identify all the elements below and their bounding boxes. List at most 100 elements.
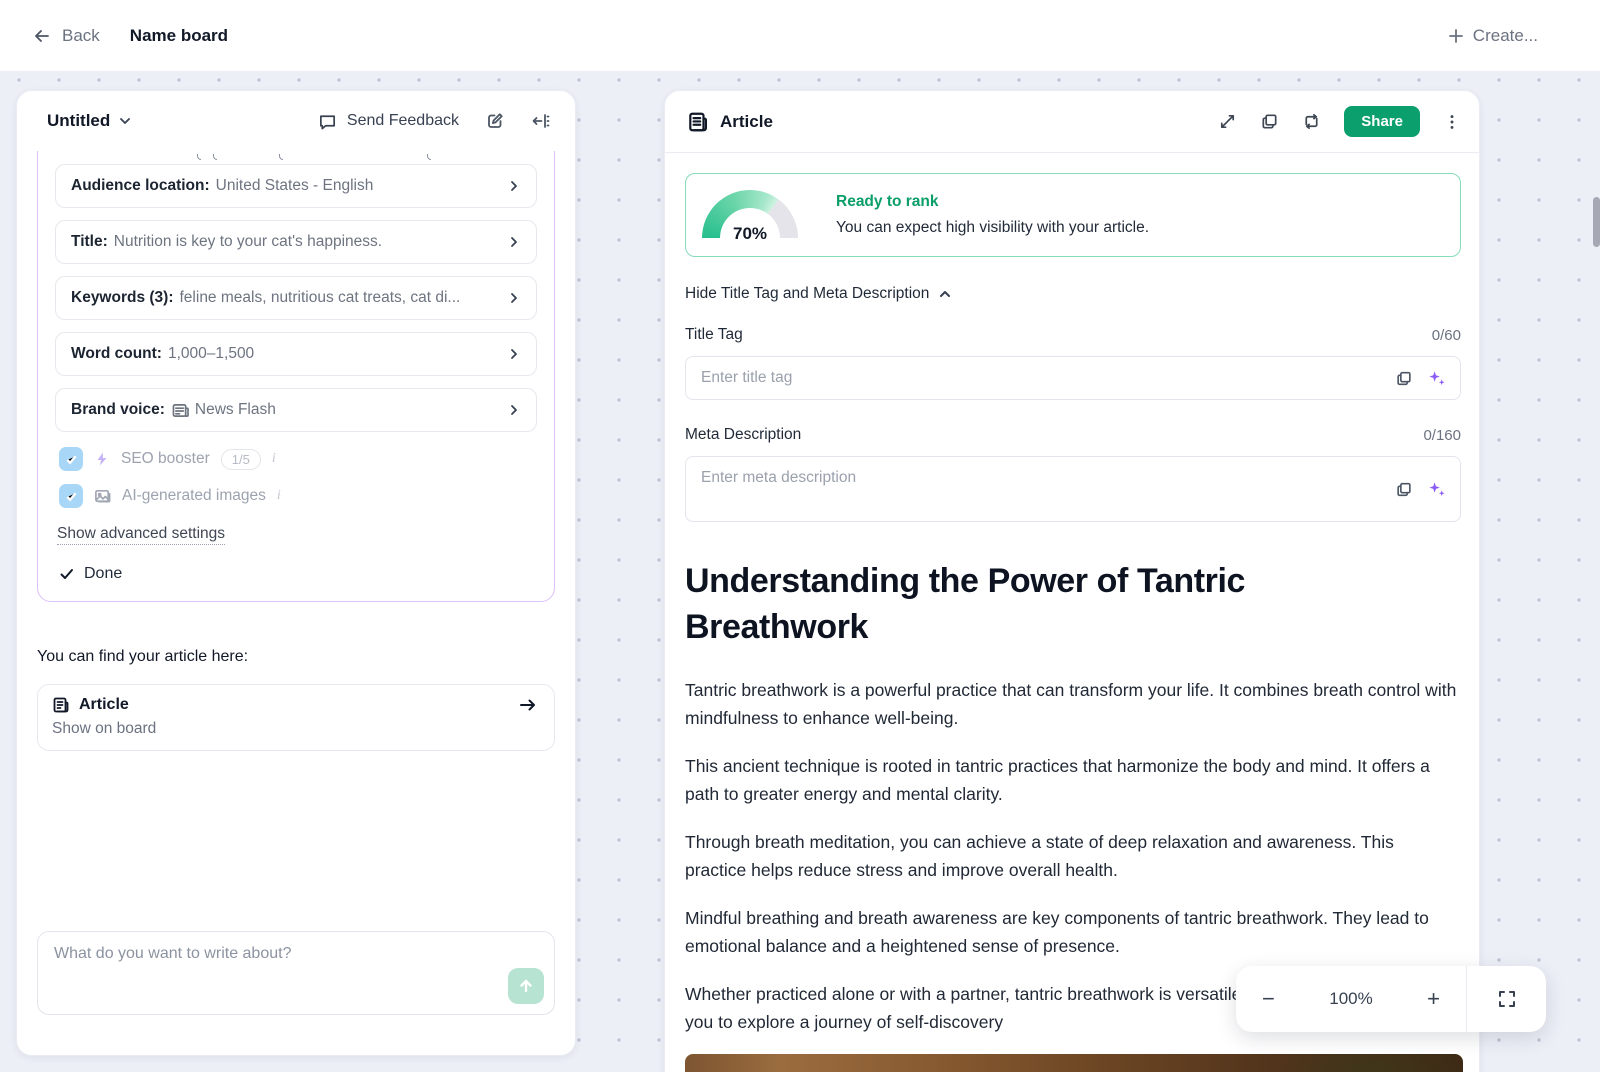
article-card-title: Article — [79, 696, 129, 713]
top-bar: Back Name board Create... — [0, 0, 1600, 72]
meta-description-field — [685, 456, 1461, 522]
zoom-level: 100% — [1329, 989, 1373, 1008]
ai-images-label: AI-generated images — [122, 487, 266, 504]
article-paragraph: Mindful breathing and breath awareness a… — [685, 908, 1429, 956]
arrow-up-icon — [518, 978, 534, 994]
back-label: Back — [62, 25, 100, 45]
rank-percent: 70% — [732, 224, 768, 243]
meta-description-label: Meta Description — [685, 426, 802, 443]
composer-header: Untitled Send Feedback — [17, 91, 575, 151]
title-tag-field — [685, 356, 1461, 400]
rank-gauge: 70% — [702, 190, 798, 243]
title-tag-counter: 0/60 — [1431, 326, 1461, 344]
title-tag-input[interactable] — [686, 357, 1460, 399]
done-button[interactable]: Done — [59, 565, 537, 583]
generation-settings-card: Audience location: United States - Engli… — [37, 151, 555, 602]
page-scrollbar-thumb[interactable] — [1593, 197, 1600, 247]
page-title: Name board — [129, 25, 229, 45]
article-heading: Understanding the Power of Tantric Breat… — [685, 562, 1246, 646]
back-arrow-icon — [32, 26, 52, 46]
article-paragraph: Through breath meditation, you can achie… — [685, 832, 1394, 880]
rank-subtitle: You can expect high visibility with your… — [836, 219, 1150, 236]
ai-images-checkbox[interactable] — [59, 484, 83, 508]
back-button[interactable]: Back — [32, 26, 100, 46]
feedback-bubble-icon — [318, 112, 337, 131]
setting-row-keywords[interactable]: Keywords (3): feline meals, nutritious c… — [55, 276, 537, 320]
done-label: Done — [84, 565, 123, 582]
collapse-panel-icon[interactable] — [531, 111, 551, 131]
ai-images-row: AI-generated images i — [59, 483, 537, 509]
article-hero-image — [685, 1054, 1463, 1072]
meta-description-counter: 0/160 — [1423, 426, 1461, 444]
image-icon — [94, 488, 111, 505]
duplicate-icon[interactable] — [1260, 112, 1279, 131]
article-link-card[interactable]: Article Show on board — [37, 684, 555, 751]
board-name-label: Untitled — [47, 111, 111, 130]
zoom-controls: − 100% + — [1236, 966, 1546, 1032]
article-panel-title: Article — [720, 111, 773, 131]
ai-sparkles-icon[interactable] — [1427, 369, 1446, 388]
composer-scroll-area: Audience location: United States - Engli… — [17, 151, 575, 1055]
seo-booster-checkbox[interactable] — [59, 447, 83, 471]
rank-title: Ready to rank — [836, 193, 939, 210]
article-panel-body: 70% Ready to rank You can expect high vi… — [665, 153, 1479, 1072]
seo-booster-row: SEO booster 1/5 i — [59, 446, 537, 472]
find-article-label: You can find your article here: — [37, 648, 249, 665]
article-doc-icon — [687, 111, 709, 133]
chevron-right-icon — [507, 235, 521, 249]
title-tag-label: Title Tag — [685, 326, 743, 343]
setting-row-audience-location[interactable]: Audience location: United States - Engli… — [55, 164, 537, 208]
article-paragraph: Tantric breathwork is a powerful practic… — [685, 680, 1457, 728]
copy-icon[interactable] — [1395, 369, 1413, 387]
expand-icon[interactable] — [1218, 112, 1237, 131]
ai-sparkles-icon[interactable] — [1427, 480, 1446, 499]
chevron-right-icon — [507, 403, 521, 417]
info-icon[interactable]: i — [277, 488, 281, 504]
chevron-down-icon — [118, 114, 132, 128]
setting-row-word-count[interactable]: Word count: 1,000–1,500 — [55, 332, 537, 376]
share-button[interactable]: Share — [1344, 106, 1420, 137]
article-panel: Article Share 70% Ready to rank You can … — [664, 90, 1480, 1072]
create-label: Create... — [1472, 25, 1538, 45]
chevron-up-icon — [938, 287, 952, 301]
board-name-menu[interactable]: Untitled — [47, 111, 132, 131]
setting-row-brand-voice[interactable]: Brand voice: News Flash — [55, 388, 537, 432]
send-feedback-label: Send Feedback — [346, 112, 459, 129]
plus-icon — [1448, 28, 1464, 44]
lightning-bolt-icon — [94, 451, 110, 467]
prompt-box — [37, 931, 555, 1015]
seo-booster-label: SEO booster — [121, 450, 210, 467]
kebab-menu-icon[interactable] — [1443, 113, 1461, 131]
article-paragraph: This ancient technique is rooted in tant… — [685, 756, 1430, 804]
fullscreen-button[interactable] — [1467, 989, 1546, 1009]
copy-icon[interactable] — [1395, 480, 1413, 498]
send-button[interactable] — [508, 968, 544, 1004]
info-icon[interactable]: i — [272, 451, 276, 467]
chevron-right-icon — [507, 179, 521, 193]
arrow-right-icon — [518, 695, 538, 715]
send-feedback-button[interactable]: Send Feedback — [318, 112, 459, 131]
article-card-subtitle: Show on board — [52, 720, 157, 737]
setting-row-title[interactable]: Title: Nutrition is key to your cat's ha… — [55, 220, 537, 264]
chevron-right-icon — [507, 347, 521, 361]
regenerate-icon[interactable] — [1302, 112, 1321, 131]
meta-description-input[interactable] — [686, 457, 1460, 521]
clipped-scrolled-text — [55, 151, 537, 164]
fullscreen-icon — [1497, 989, 1517, 1009]
rank-card: 70% Ready to rank You can expect high vi… — [685, 173, 1461, 257]
check-icon — [59, 566, 75, 582]
newspaper-icon — [172, 403, 189, 418]
create-button[interactable]: Create... — [1448, 26, 1538, 46]
article-doc-icon — [52, 696, 70, 714]
zoom-out-button[interactable]: − — [1262, 988, 1275, 1010]
article-panel-header: Article Share — [665, 91, 1479, 153]
show-advanced-settings-link[interactable]: Show advanced settings — [57, 525, 226, 545]
zoom-in-button[interactable]: + — [1427, 988, 1440, 1010]
board-canvas: Back Name board Create... Untitled Send … — [0, 0, 1600, 1072]
chevron-right-icon — [507, 291, 521, 305]
edit-icon[interactable] — [485, 111, 505, 131]
prompt-input[interactable] — [38, 932, 554, 1014]
hide-meta-label: Hide Title Tag and Meta Description — [685, 285, 930, 302]
composer-panel: Untitled Send Feedback Audience location… — [16, 90, 576, 1056]
hide-meta-toggle[interactable]: Hide Title Tag and Meta Description — [685, 285, 952, 303]
